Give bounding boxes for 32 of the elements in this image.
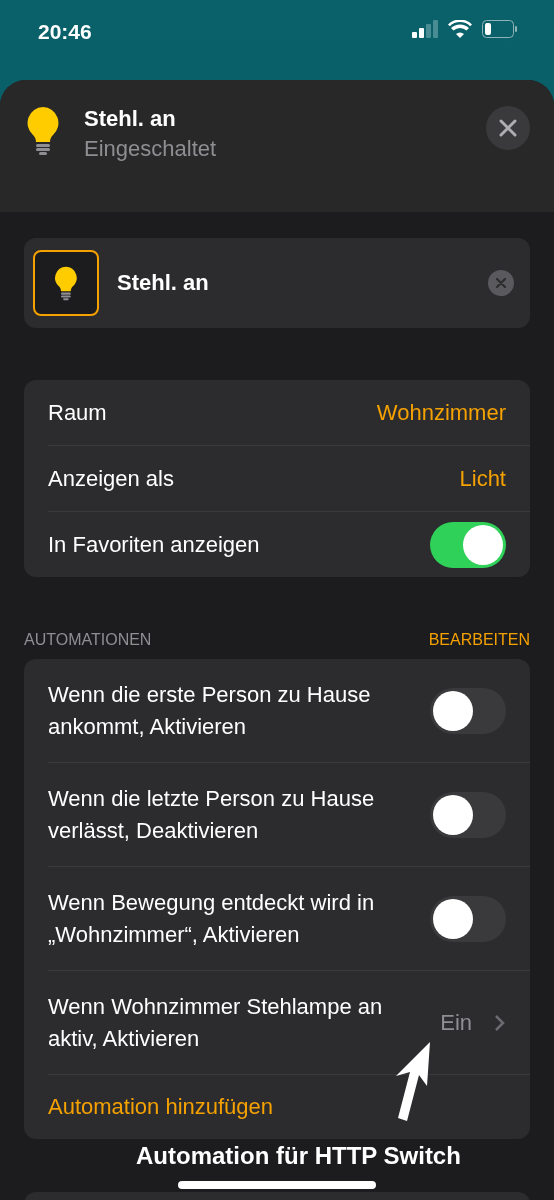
row-value: Ein <box>440 1009 472 1036</box>
toggle-switch[interactable] <box>430 791 506 838</box>
annotation-caption: Automation für HTTP Switch <box>136 1142 461 1170</box>
add-automation-button[interactable]: Automation hinzufügen <box>48 1094 274 1120</box>
toggle-switch[interactable] <box>430 687 506 734</box>
icon-tile[interactable] <box>33 250 99 316</box>
row-label: Wenn Wohnzimmer Stehlampe an aktiv, Aktivieren <box>48 992 384 1053</box>
accessory-name[interactable]: Stehl. an <box>117 270 470 296</box>
row-label: Raum <box>48 398 108 427</box>
row-label: Wenn die erste Person zu Hause ankommt, Aktivieren <box>48 680 372 741</box>
lightbulb-icon <box>54 265 78 301</box>
accessory-status: Eingeschaltet <box>84 136 218 162</box>
wifi-icon <box>448 20 472 38</box>
row-value[interactable]: Licht <box>459 465 506 492</box>
row-value[interactable]: Wohnzimmer <box>376 399 506 426</box>
signal-icon <box>412 20 438 38</box>
row-label: In Favoriten anzeigen <box>48 530 261 559</box>
row-label: Wenn Bewegung entdeckt wird in „Wohnzimmer“, Aktivieren <box>48 888 376 949</box>
chevron-icon <box>494 1013 506 1032</box>
accessory-title: Stehl. an <box>84 106 177 132</box>
close-button[interactable] <box>486 106 530 150</box>
status-time: 20:46 <box>38 20 92 44</box>
toggle-switch[interactable] <box>430 895 506 942</box>
toggle-switch[interactable] <box>430 521 506 568</box>
close-icon <box>499 119 517 137</box>
section-title: AUTOMATIONEN <box>24 631 152 649</box>
row-label: Wenn die letzte Person zu Hause verlässt, Deaktivieren <box>48 784 376 845</box>
row-label: Anzeigen als <box>48 464 175 493</box>
battery-icon <box>482 20 518 38</box>
close-icon <box>496 278 506 288</box>
lightbulb-icon <box>26 106 60 156</box>
edit-button[interactable]: BEARBEITEN <box>428 631 530 649</box>
